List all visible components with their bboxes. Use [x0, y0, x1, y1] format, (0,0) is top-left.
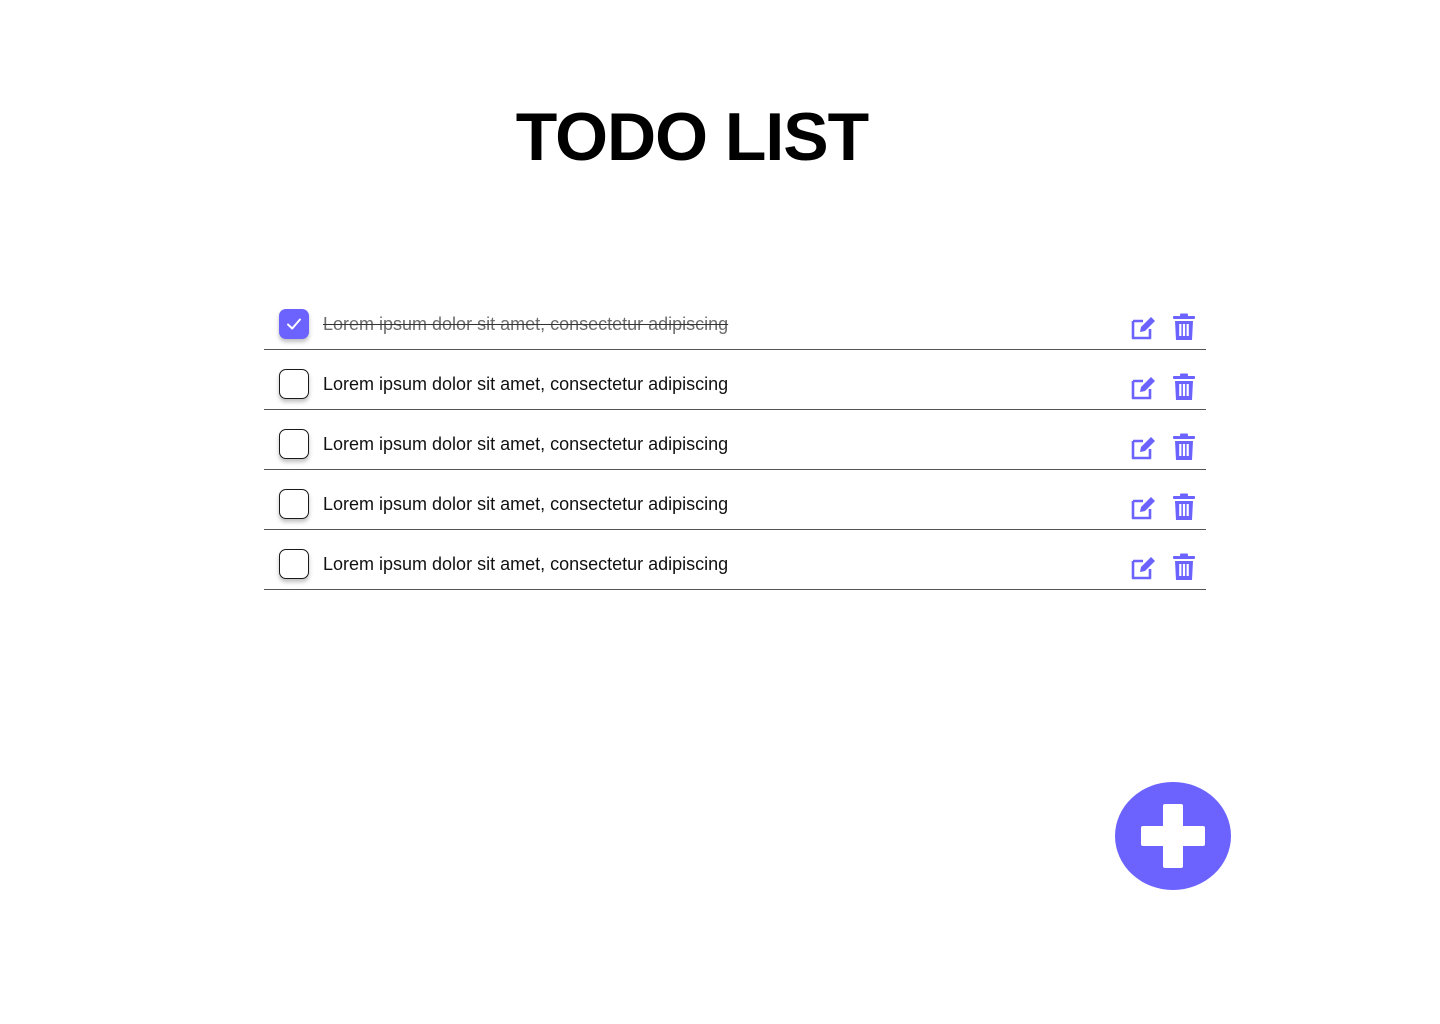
todo-item: Lorem ipsum dolor sit amet, consectetur …	[264, 350, 1206, 410]
edit-icon[interactable]	[1130, 555, 1158, 581]
add-todo-button[interactable]	[1115, 782, 1231, 890]
todo-text: Lorem ipsum dolor sit amet, consectetur …	[323, 314, 729, 334]
todo-text: Lorem ipsum dolor sit amet, consectetur …	[323, 554, 729, 574]
todo-text: Lorem ipsum dolor sit amet, consectetur …	[323, 434, 729, 454]
check-icon	[287, 318, 301, 330]
todo-checkbox[interactable]	[279, 549, 309, 579]
todo-text: Lorem ipsum dolor sit amet, consectetur …	[323, 494, 729, 514]
todo-checkbox[interactable]	[279, 489, 309, 519]
todo-page: TODO LIST Lorem ipsum dolor sit amet, co…	[0, 0, 1440, 1024]
todo-item: Lorem ipsum dolor sit amet, consectetur …	[264, 410, 1206, 470]
todo-item: Lorem ipsum dolor sit amet, consectetur …	[264, 290, 1206, 350]
trash-icon[interactable]	[1172, 313, 1196, 341]
plus-icon	[1141, 804, 1205, 868]
todo-list: Lorem ipsum dolor sit amet, consectetur …	[264, 290, 1206, 590]
edit-icon[interactable]	[1130, 375, 1158, 401]
page-title: TODO LIST	[515, 99, 869, 175]
todo-item: Lorem ipsum dolor sit amet, consectetur …	[264, 530, 1206, 590]
todo-checkbox[interactable]	[279, 309, 309, 339]
trash-icon[interactable]	[1172, 553, 1196, 581]
edit-icon[interactable]	[1130, 435, 1158, 461]
trash-icon[interactable]	[1172, 373, 1196, 401]
trash-icon[interactable]	[1172, 493, 1196, 521]
trash-icon[interactable]	[1172, 433, 1196, 461]
todo-item: Lorem ipsum dolor sit amet, consectetur …	[264, 470, 1206, 530]
todo-text: Lorem ipsum dolor sit amet, consectetur …	[323, 374, 729, 394]
edit-icon[interactable]	[1130, 315, 1158, 341]
todo-checkbox[interactable]	[279, 429, 309, 459]
todo-checkbox[interactable]	[279, 369, 309, 399]
edit-icon[interactable]	[1130, 495, 1158, 521]
